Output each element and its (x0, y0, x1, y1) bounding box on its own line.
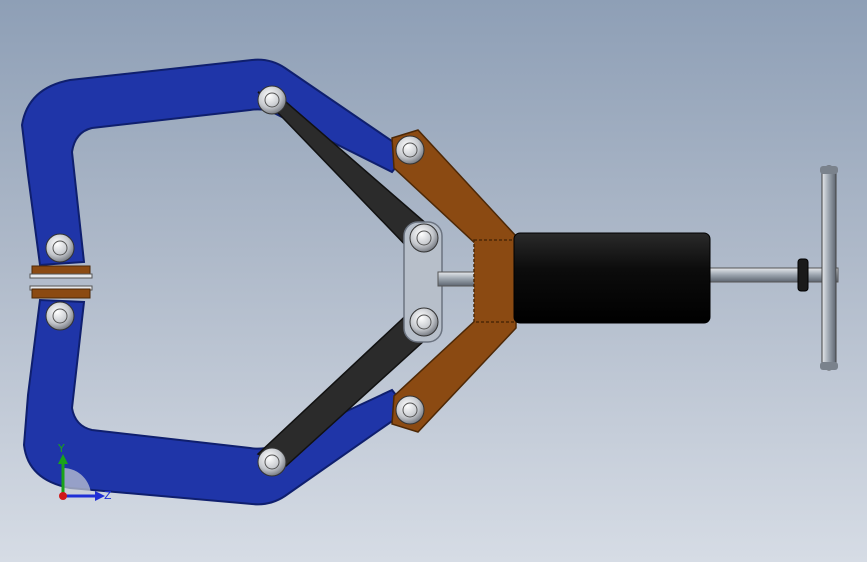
bolt-plate-lower[interactable] (409, 307, 439, 337)
bolt-frame-upper[interactable] (257, 85, 287, 115)
z-axis-label: Z (104, 489, 112, 502)
x-axis-dot (59, 492, 67, 500)
rod-collar (797, 258, 809, 292)
upper-jaw-pad (29, 265, 93, 279)
screw-rod[interactable] (699, 267, 839, 283)
bolt-frame-lower[interactable] (257, 447, 287, 477)
t-handle-bottom-cap (820, 362, 838, 370)
cad-viewport[interactable]: Y Z (0, 0, 867, 562)
bolt-arm-lower[interactable] (395, 395, 425, 425)
y-axis-label: Y (57, 442, 65, 455)
bolt-jaw-upper[interactable] (45, 233, 75, 263)
t-handle-bar[interactable] (821, 165, 837, 371)
bolt-arm-upper[interactable] (395, 135, 425, 165)
lower-jaw-pad (29, 285, 93, 299)
arm-pivot-block[interactable] (473, 239, 519, 323)
t-handle-top-cap (820, 166, 838, 174)
bolt-plate-upper[interactable] (409, 223, 439, 253)
bolt-jaw-lower[interactable] (45, 301, 75, 331)
clamp-assembly-model[interactable]: Y Z (0, 0, 867, 562)
hydraulic-cylinder[interactable] (513, 232, 711, 324)
